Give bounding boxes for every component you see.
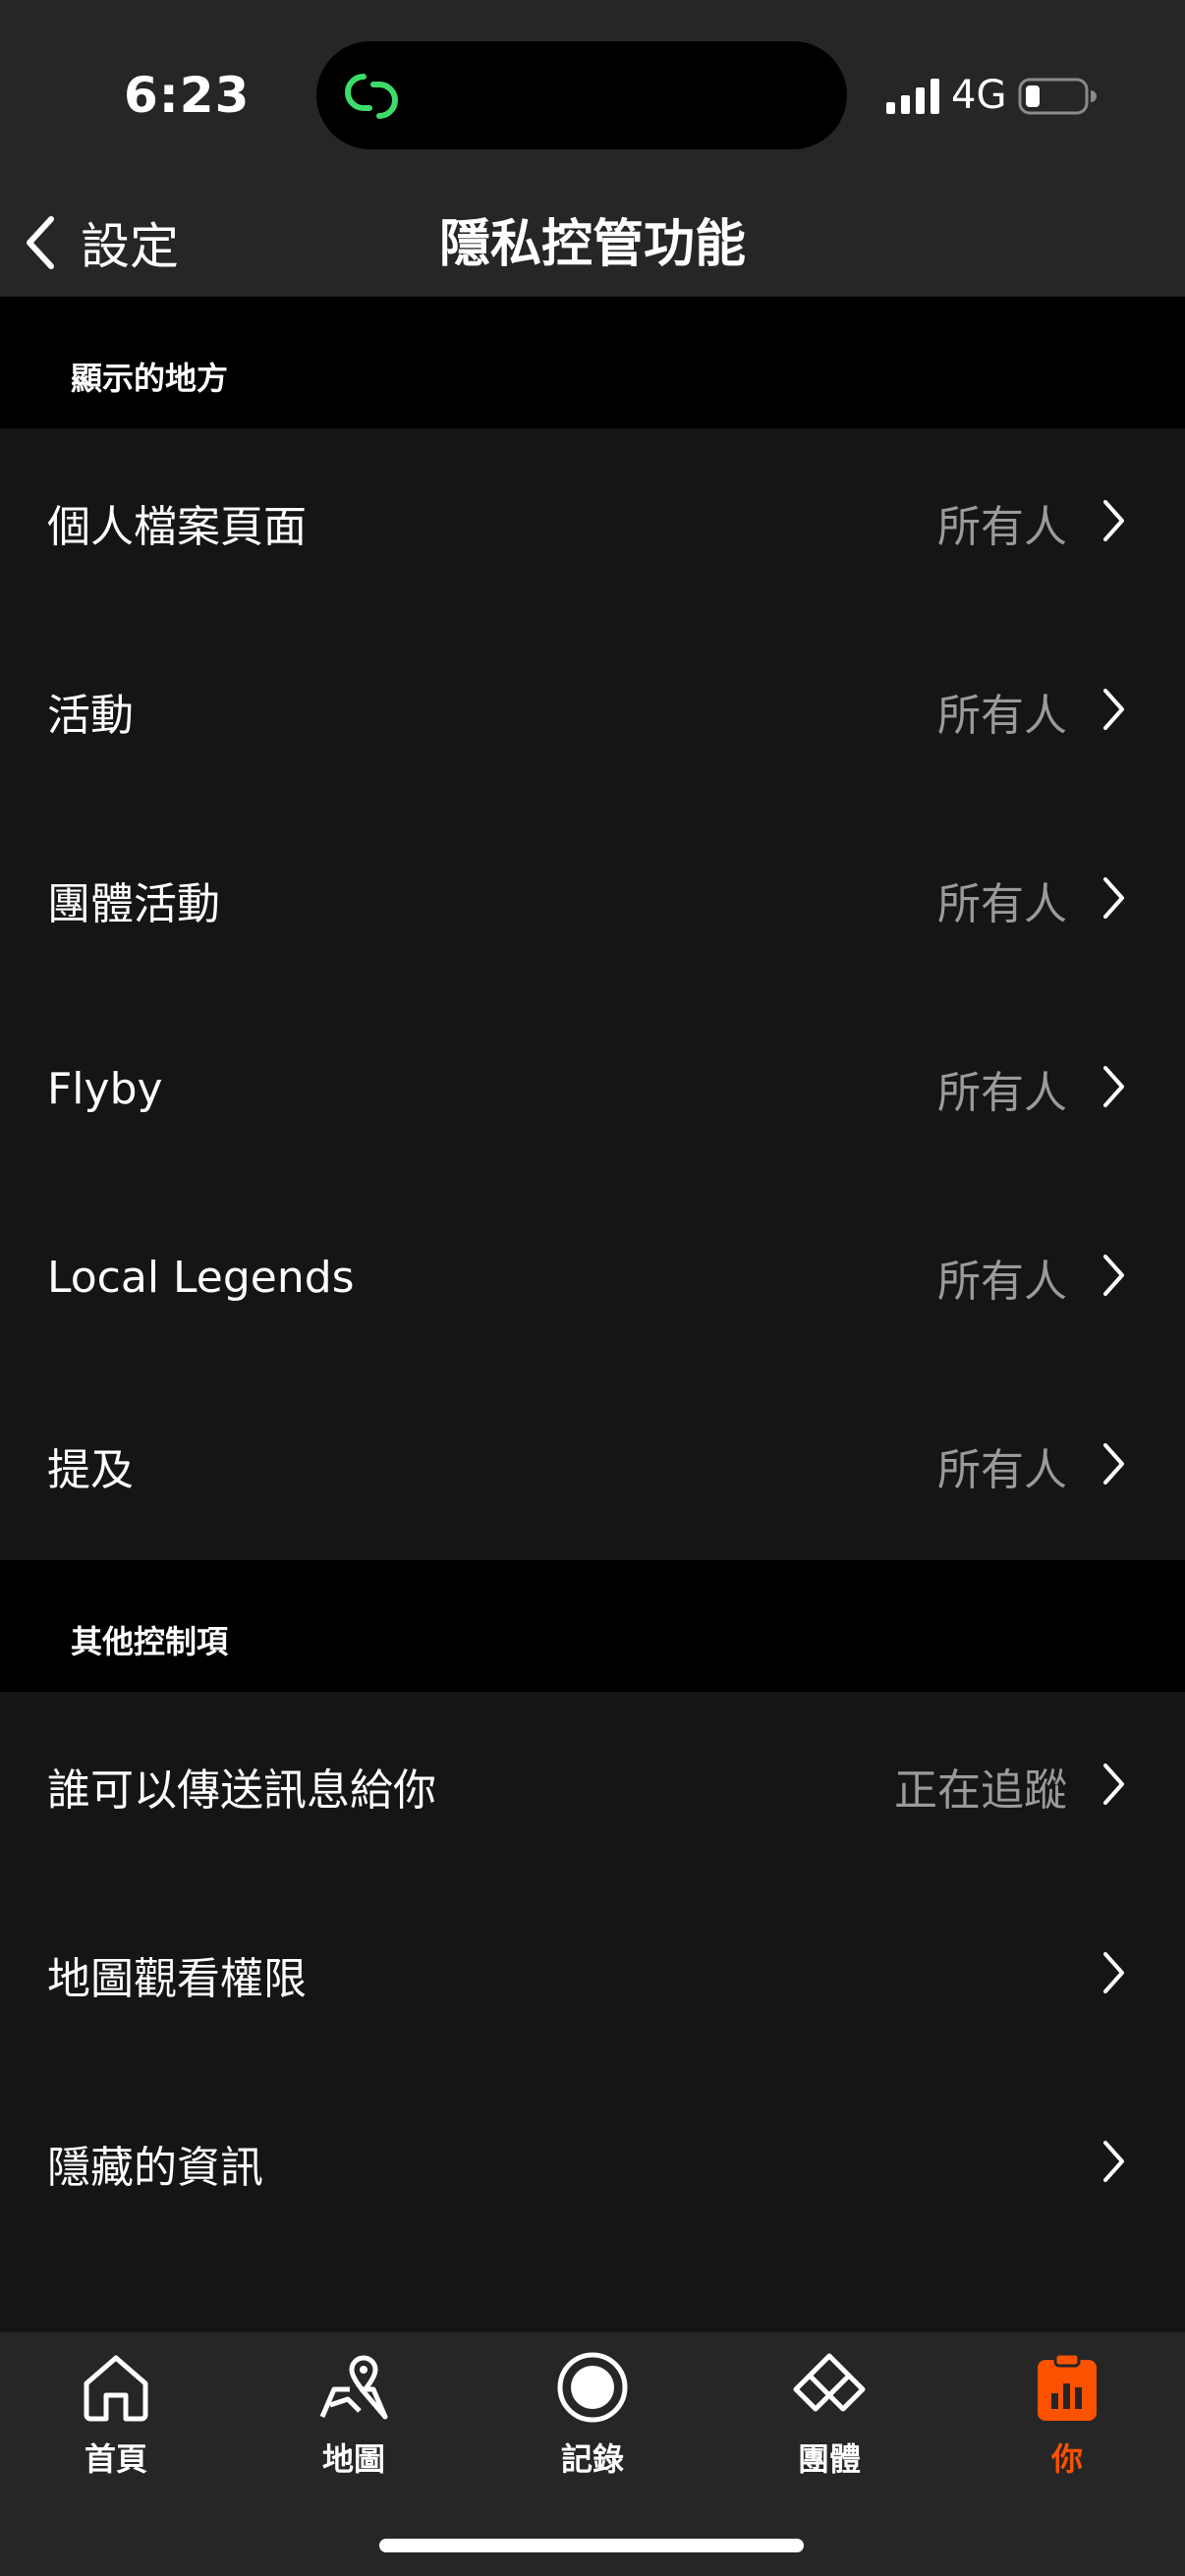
row-value: 所有人 [937, 1257, 1067, 1307]
row-label: 活動 [47, 691, 134, 741]
map-icon [319, 2355, 388, 2420]
row-label: 地圖觀看權限 [47, 1954, 307, 2004]
chevron-right-icon [1103, 877, 1124, 919]
row-value: 所有人 [937, 1068, 1067, 1118]
row-activities[interactable]: 活動 所有人 [0, 617, 1185, 806]
row-label: Local Legends [47, 1252, 355, 1303]
row-label: 誰可以傳送訊息給你 [47, 1765, 436, 1816]
home-indicator[interactable] [379, 2539, 804, 2552]
chevron-right-icon [1103, 1764, 1124, 1805]
section-header-label: 顯示的地方 [71, 360, 229, 397]
row-label: 提及 [47, 1445, 134, 1495]
row-hidden-details[interactable]: 隱藏的資訊 [0, 2069, 1185, 2258]
row-group-activities[interactable]: 團體活動 所有人 [0, 806, 1185, 994]
row-profile-page[interactable]: 個人檔案頁面 所有人 [0, 428, 1185, 617]
row-value: 所有人 [937, 879, 1067, 929]
tab-maps[interactable]: 地圖 [275, 2350, 432, 2497]
tab-you[interactable]: 你 [988, 2350, 1146, 2497]
row-mentions[interactable]: 提及 所有人 [0, 1372, 1185, 1560]
tab-label: 地圖 [321, 2440, 385, 2478]
chevron-right-icon [1103, 2141, 1124, 2182]
cellular-signal-icon [886, 79, 939, 114]
row-value: 所有人 [937, 1445, 1067, 1495]
chevron-right-icon [1103, 1952, 1124, 1993]
tab-label: 首頁 [84, 2440, 147, 2478]
tab-label: 你 [1050, 2440, 1083, 2478]
tab-groups[interactable]: 團體 [751, 2350, 908, 2497]
row-value: 正在追蹤 [894, 1765, 1067, 1816]
page-title: 隱私控管功能 [438, 215, 746, 274]
status-bar: 6:23 4G [0, 0, 1185, 187]
tab-label: 記錄 [560, 2440, 624, 2478]
link-chain-icon [345, 74, 398, 119]
row-map-visibility[interactable]: 地圖觀看權限 [0, 1880, 1185, 2069]
record-icon [557, 2352, 628, 2423]
status-time: 6:23 [124, 67, 251, 124]
chevron-right-icon [1103, 689, 1124, 730]
row-who-can-message[interactable]: 誰可以傳送訊息給你 正在追蹤 [0, 1692, 1185, 1880]
chevron-right-icon [1103, 500, 1124, 541]
chevron-right-icon [1103, 1255, 1124, 1296]
navigation-bar: 設定 隱私控管功能 [0, 187, 1185, 297]
chevron-right-icon [1103, 1066, 1124, 1107]
home-icon [84, 2355, 148, 2422]
groups-icon [793, 2353, 866, 2412]
row-label: 個人檔案頁面 [47, 502, 307, 552]
row-label: 團體活動 [47, 879, 220, 929]
row-label: Flyby [47, 1063, 163, 1114]
chevron-right-icon [1103, 1443, 1124, 1484]
row-flyby[interactable]: Flyby 所有人 [0, 994, 1185, 1183]
section-header-visibility: 顯示的地方 [0, 297, 1185, 428]
you-icon [1038, 2352, 1097, 2421]
row-value: 所有人 [937, 691, 1067, 741]
tab-label: 團體 [797, 2440, 861, 2478]
section-header-other-controls: 其他控制項 [0, 1560, 1185, 1692]
row-local-legends[interactable]: Local Legends 所有人 [0, 1183, 1185, 1372]
row-value: 所有人 [937, 502, 1067, 552]
section-header-label: 其他控制項 [71, 1623, 229, 1660]
network-type: 4G [951, 73, 1007, 118]
tab-home[interactable]: 首頁 [37, 2350, 195, 2497]
row-label: 隱藏的資訊 [47, 2143, 263, 2193]
tab-record[interactable]: 記錄 [514, 2350, 671, 2497]
battery-icon [1018, 78, 1097, 115]
privacy-controls-screen: 6:23 4G 設定 隱私控管功能 顯示的地方 個人檔案頁面 所有人 活動 所有… [0, 0, 1185, 2576]
